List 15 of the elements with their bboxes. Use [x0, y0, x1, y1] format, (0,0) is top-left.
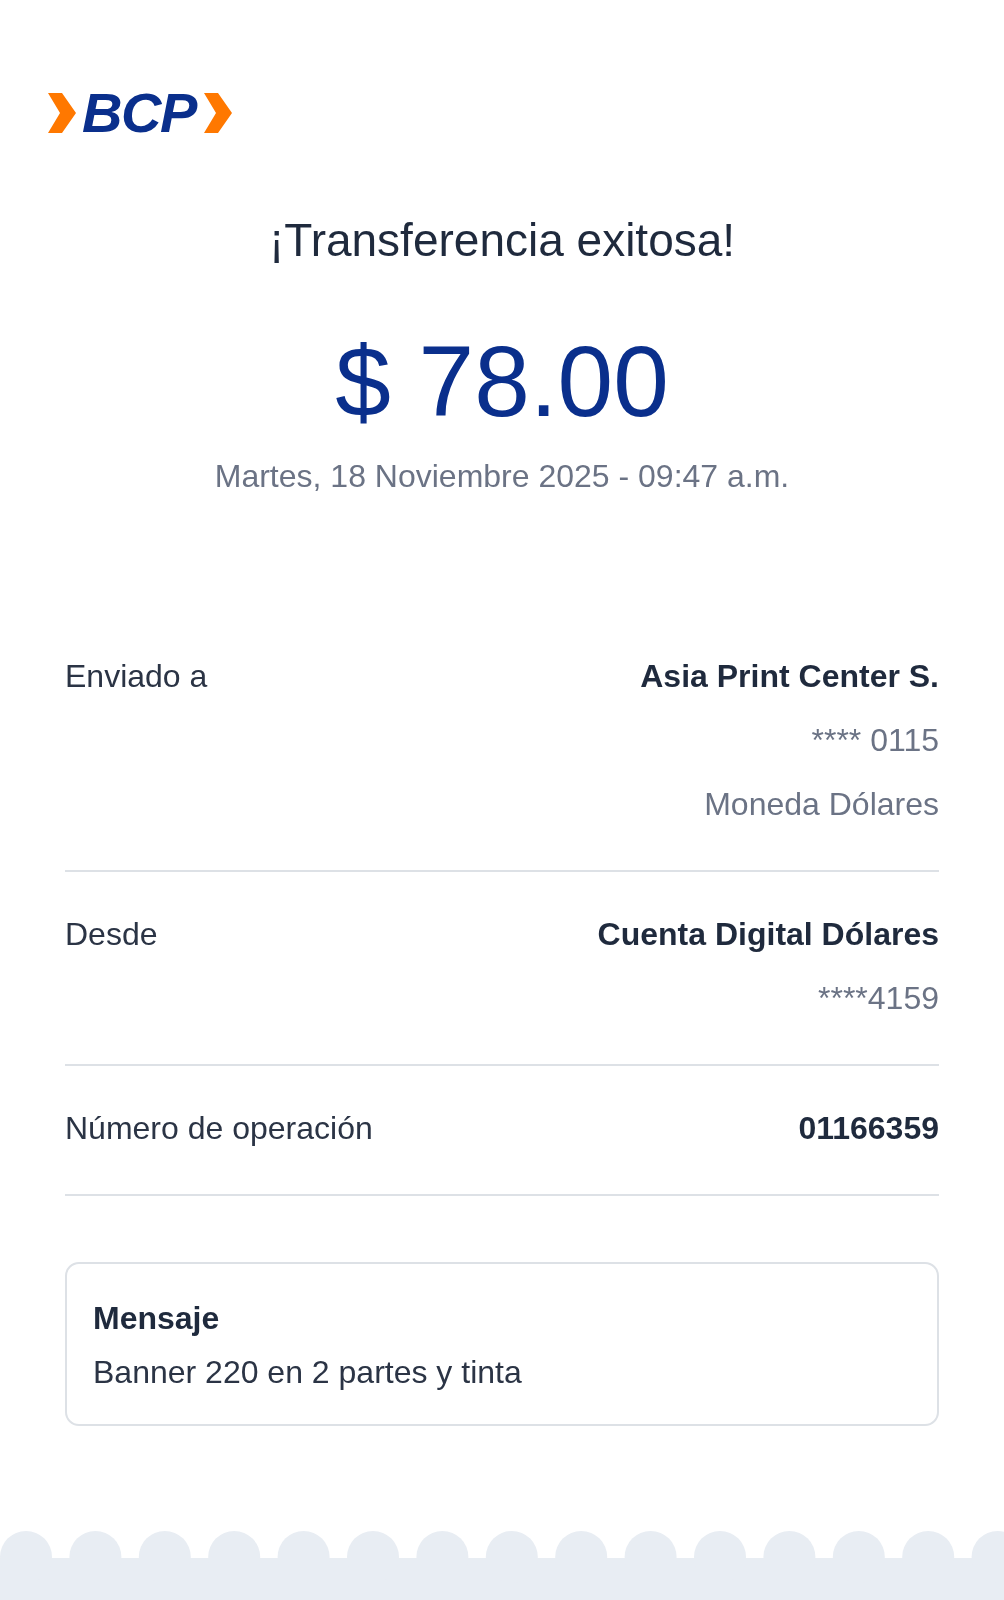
- logo-text: BCP: [82, 85, 197, 141]
- page-title: ¡Transferencia exitosa!: [268, 213, 736, 268]
- message-text: Banner 220 en 2 partes y tinta: [93, 1353, 523, 1392]
- detail-value: 01166359: [798, 1109, 939, 1148]
- message-title: Mensaje: [93, 1299, 221, 1338]
- detail-subtext: **** 0115: [811, 721, 939, 760]
- amount: $ 78.00: [335, 326, 669, 436]
- date-time: Martes, 18 Noviembre 2025 - 09:47 a.m.: [214, 457, 790, 496]
- detail-label: Número de operación: [65, 1109, 373, 1148]
- detail-subtext: ****4159: [818, 979, 939, 1018]
- detail-subtext: Moneda Dólares: [704, 785, 939, 824]
- detail-label: Enviado a: [65, 657, 208, 696]
- detail-value: Cuenta Digital Dólares: [597, 915, 939, 954]
- detail-label: Desde: [65, 915, 158, 954]
- detail-value: Asia Print Center S.: [640, 657, 939, 696]
